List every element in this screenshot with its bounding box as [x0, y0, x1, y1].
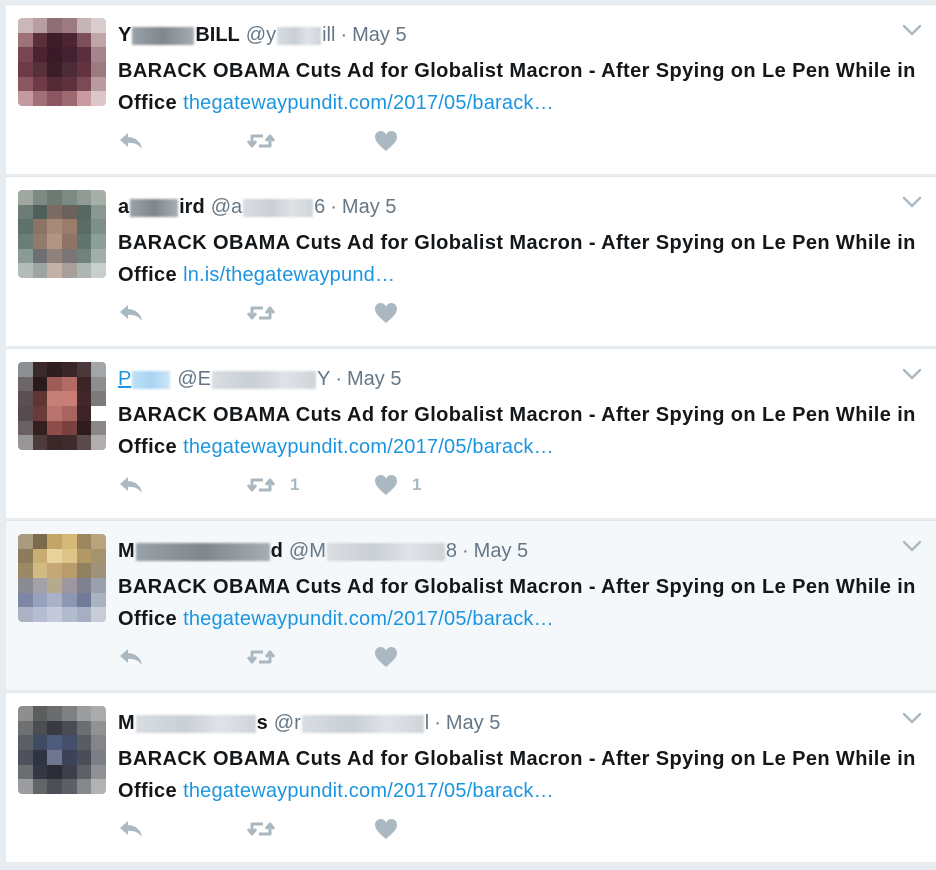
- redaction: [135, 542, 270, 561]
- reply-icon: [120, 305, 142, 321]
- retweet-button[interactable]: [246, 645, 374, 669]
- tweet-item[interactable]: Y BILL @y ill · May 5 BARACK OBAMA Cuts Ad…: [6, 4, 936, 174]
- heart-icon: [375, 131, 397, 151]
- tweet-link[interactable]: ln.is/thegatewaypund…: [183, 264, 395, 286]
- tweet-actions: [118, 645, 502, 669]
- separator: ·: [335, 368, 343, 390]
- tweet-text: BARACK OBAMA Cuts Ad for Globalist Macro…: [118, 227, 918, 291]
- redaction: [212, 370, 316, 389]
- chevron-down-icon[interactable]: [902, 195, 922, 209]
- author-name[interactable]: Ms: [118, 711, 268, 735]
- author-handle[interactable]: @E Y: [177, 367, 330, 391]
- tweet-timestamp[interactable]: May 5: [474, 539, 528, 563]
- author-name[interactable]: a ird: [118, 195, 205, 219]
- redaction: [132, 370, 171, 389]
- heart-icon: [375, 647, 397, 667]
- redaction: [135, 714, 256, 733]
- redaction: [132, 26, 195, 45]
- redaction: [243, 198, 314, 217]
- tweet-header: a ird @a 6 · May 5: [118, 195, 396, 219]
- avatar[interactable]: [18, 18, 106, 106]
- avatar[interactable]: [18, 534, 106, 622]
- tweet-timestamp[interactable]: May 5: [347, 367, 401, 391]
- redaction: [277, 26, 322, 45]
- retweet-button[interactable]: [246, 129, 374, 153]
- retweet-icon: [246, 650, 276, 664]
- tweet-item[interactable]: Md @M 8 · May 5 BARACK OBAMA Cuts Ad for …: [6, 520, 936, 690]
- heart-icon: [375, 303, 397, 323]
- reply-button[interactable]: [118, 817, 246, 841]
- chevron-down-icon[interactable]: [902, 23, 922, 37]
- chevron-down-icon[interactable]: [902, 539, 922, 553]
- tweet-text: BARACK OBAMA Cuts Ad for Globalist Macro…: [118, 743, 918, 807]
- reply-button[interactable]: [118, 645, 246, 669]
- reply-button[interactable]: [118, 301, 246, 325]
- tweet-link[interactable]: thegatewaypundit.com/2017/05/barack…: [183, 608, 554, 630]
- separator: ·: [434, 712, 441, 734]
- tweet-timestamp[interactable]: May 5: [446, 711, 500, 735]
- reply-icon: [120, 821, 142, 837]
- redaction: [130, 198, 179, 217]
- reply-icon: [120, 133, 142, 149]
- tweet-header: P @E Y · May 5: [118, 367, 401, 391]
- tweet-link[interactable]: thegatewaypundit.com/2017/05/barack…: [183, 780, 554, 802]
- author-name[interactable]: Md: [118, 539, 283, 563]
- like-count: 1: [412, 475, 422, 494]
- retweet-button[interactable]: 1: [246, 473, 374, 497]
- author-handle[interactable]: @y ill: [246, 23, 336, 47]
- tweet-text: BARACK OBAMA Cuts Ad for Globalist Macro…: [118, 571, 918, 635]
- retweet-count: 1: [290, 475, 300, 494]
- tweet-header: Ms @r l · May 5: [118, 711, 500, 735]
- reply-icon: [120, 649, 142, 665]
- avatar[interactable]: [18, 190, 106, 278]
- tweet-item[interactable]: Ms @r l · May 5 BARACK OBAMA Cuts Ad for …: [6, 692, 936, 862]
- retweet-button[interactable]: [246, 301, 374, 325]
- separator: ·: [330, 196, 337, 218]
- tweet-link[interactable]: thegatewaypundit.com/2017/05/barack…: [183, 436, 554, 458]
- reply-icon: [120, 477, 142, 493]
- tweet-timestamp[interactable]: May 5: [342, 195, 396, 219]
- separator: ·: [461, 540, 469, 562]
- chevron-down-icon[interactable]: [902, 711, 922, 725]
- author-handle[interactable]: @a 6: [211, 195, 326, 219]
- tweet-item[interactable]: a ird @a 6 · May 5 BARACK OBAMA Cuts Ad fo…: [6, 176, 936, 346]
- chevron-down-icon[interactable]: [902, 367, 922, 381]
- retweet-icon: [246, 478, 276, 492]
- tweet-actions: [118, 301, 502, 325]
- retweet-icon: [246, 134, 276, 148]
- separator: ·: [340, 24, 348, 46]
- heart-icon: [375, 819, 397, 839]
- tweet-header: Md @M 8 · May 5: [118, 539, 528, 563]
- author-handle[interactable]: @r l: [274, 711, 429, 735]
- tweet-actions: [118, 817, 502, 841]
- like-button[interactable]: [374, 817, 502, 841]
- tweet-text: BARACK OBAMA Cuts Ad for Globalist Macro…: [118, 55, 918, 119]
- tweet-actions: [118, 129, 502, 153]
- avatar[interactable]: [18, 706, 106, 794]
- reply-button[interactable]: [118, 129, 246, 153]
- like-button[interactable]: [374, 301, 502, 325]
- tweet-actions: 1 1: [118, 473, 502, 497]
- redaction: [326, 542, 445, 561]
- tweet-timestamp[interactable]: May 5: [352, 23, 406, 47]
- like-button[interactable]: [374, 129, 502, 153]
- like-button[interactable]: [374, 645, 502, 669]
- retweet-icon: [246, 306, 276, 320]
- like-button[interactable]: 1: [374, 473, 502, 497]
- redaction: [301, 714, 424, 733]
- avatar[interactable]: [18, 362, 106, 450]
- retweet-button[interactable]: [246, 817, 374, 841]
- tweet-header: Y BILL @y ill · May 5: [118, 23, 407, 47]
- tweet-text: BARACK OBAMA Cuts Ad for Globalist Macro…: [118, 399, 918, 463]
- tweet-item[interactable]: P @E Y · May 5 BARACK OBAMA Cuts Ad for G…: [6, 348, 936, 518]
- tweet-link[interactable]: thegatewaypundit.com/2017/05/barack…: [183, 92, 554, 114]
- reply-button[interactable]: [118, 473, 246, 497]
- retweet-icon: [246, 822, 276, 836]
- author-handle[interactable]: @M 8: [289, 539, 457, 563]
- author-name[interactable]: P: [118, 367, 171, 391]
- heart-icon: [375, 475, 397, 495]
- tweet-feed: Y BILL @y ill · May 5 BARACK OBAMA Cuts Ad…: [0, 0, 936, 870]
- author-name[interactable]: Y BILL: [118, 23, 240, 47]
